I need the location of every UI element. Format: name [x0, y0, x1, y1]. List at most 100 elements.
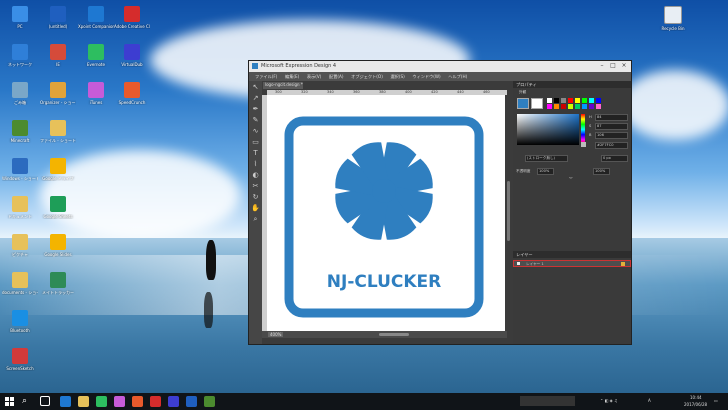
media-controls[interactable]: [520, 396, 575, 406]
desktop-icon[interactable]: Organizer - ショートカット: [40, 82, 76, 105]
color-picker-field[interactable]: [517, 114, 579, 145]
language-indicator[interactable]: A: [648, 398, 651, 403]
layer-row[interactable]: レイヤー 1: [513, 260, 631, 267]
notification-icon[interactable]: ▭: [714, 398, 718, 403]
desktop-icon[interactable]: Minecraft: [2, 120, 38, 143]
clock-date[interactable]: 2017/06/28: [684, 402, 707, 407]
color-swatch[interactable]: [596, 104, 601, 109]
layer-lock-icon[interactable]: [621, 262, 625, 266]
color-swatch[interactable]: [561, 98, 566, 103]
eyedropper-icon[interactable]: [581, 142, 586, 147]
desktop-icon[interactable]: IE: [40, 44, 76, 67]
color-swatch[interactable]: [575, 98, 580, 103]
desktop-icon[interactable]: Google ドライブ: [40, 158, 76, 181]
taskbar-app-icon[interactable]: [96, 396, 107, 407]
zoom-level[interactable]: 400%: [268, 332, 284, 337]
desktop-icon[interactable]: Xpoint Companion: [78, 6, 114, 29]
taskbar-app-icon[interactable]: [168, 396, 179, 407]
eye-icon[interactable]: [517, 262, 520, 265]
color-swatch[interactable]: [582, 104, 587, 109]
desktop-icon[interactable]: (untitled): [40, 6, 76, 29]
menu-window[interactable]: ウィンドウ(W): [412, 74, 440, 80]
color-swatch[interactable]: [589, 104, 594, 109]
stroke-swatch[interactable]: [531, 98, 543, 109]
menu-view[interactable]: 表示(V): [307, 74, 322, 80]
hand-tool-icon[interactable]: ✋: [251, 204, 260, 213]
taskbar-app-icon[interactable]: [60, 396, 71, 407]
bspline-tool-icon[interactable]: ∿: [251, 127, 260, 136]
windows-start-icon[interactable]: [4, 396, 15, 407]
desktop-icon-recycle[interactable]: Recycle Bin: [655, 6, 691, 31]
rectangle-tool-icon[interactable]: ▭: [251, 138, 260, 147]
hex-input[interactable]: #2F7FC0: [595, 142, 628, 149]
hue-slider[interactable]: [581, 114, 585, 145]
b-input[interactable]: 106: [595, 132, 628, 139]
desktop-icon[interactable]: Evernote: [78, 44, 114, 67]
color-swatch[interactable]: [568, 104, 573, 109]
color-swatch[interactable]: [568, 98, 573, 103]
pen-tool-icon[interactable]: ✒: [251, 105, 260, 114]
menu-arrange[interactable]: 配置(A): [329, 74, 344, 80]
desktop-icon[interactable]: PC: [2, 6, 38, 29]
color-swatch[interactable]: [575, 104, 580, 109]
brush-tool-icon[interactable]: ✎: [251, 116, 260, 125]
desktop-icon[interactable]: Windows - ショートカット: [2, 158, 38, 181]
menu-edit[interactable]: 編集(E): [285, 74, 299, 80]
desktop-icon[interactable]: iTunes: [78, 82, 114, 105]
taskbar-app-icon[interactable]: [204, 396, 215, 407]
menu-help[interactable]: ヘルプ(H): [448, 74, 467, 80]
taskbar-app-icon[interactable]: [114, 396, 125, 407]
text-tool-icon[interactable]: T: [251, 149, 260, 158]
color-swatch[interactable]: [547, 104, 552, 109]
maximize-button[interactable]: □: [608, 62, 618, 71]
desktop-icon[interactable]: ごみ箱: [2, 82, 38, 105]
vertical-scrollbar[interactable]: [507, 181, 510, 241]
scissors-tool-icon[interactable]: ✂: [251, 182, 260, 191]
fill-swatch[interactable]: [517, 98, 529, 109]
opacity-input-2[interactable]: 100%: [593, 168, 610, 175]
desktop-icon[interactable]: ドキュメント: [2, 196, 38, 219]
taskbar-app-icon[interactable]: [78, 396, 89, 407]
search-icon[interactable]: ⌕: [22, 396, 33, 407]
desktop-icon[interactable]: VirtualDub: [114, 44, 150, 67]
selection-tool-icon[interactable]: ↖: [251, 83, 260, 92]
document-tab[interactable]: logo-ngcit.design *: [263, 82, 303, 89]
zoom-tool-icon[interactable]: ⌕: [251, 215, 260, 224]
desktop-icon[interactable]: Bluetooth: [2, 310, 38, 333]
opacity-input[interactable]: 100%: [537, 168, 554, 175]
color-swatch[interactable]: [547, 98, 552, 103]
desktop-icon[interactable]: ネットワーク: [2, 44, 38, 67]
menu-object[interactable]: オブジェクト(O): [351, 74, 383, 80]
minimize-button[interactable]: –: [597, 62, 607, 71]
color-swatch[interactable]: [561, 104, 566, 109]
tray-icons[interactable]: ⌃ ◧ ◈ ♫: [600, 398, 618, 403]
task-view-icon[interactable]: [40, 396, 50, 406]
rotate-tool-icon[interactable]: ↻: [251, 193, 260, 202]
menu-select[interactable]: 選択(S): [390, 74, 404, 80]
horizontal-scrollbar[interactable]: [379, 333, 409, 336]
menu-file[interactable]: ファイル(F): [255, 74, 277, 80]
collapse-chevron-icon[interactable]: ︾: [569, 177, 573, 182]
color-swatch[interactable]: [554, 104, 559, 109]
color-swatch[interactable]: [554, 98, 559, 103]
clock-time[interactable]: 10:44: [690, 395, 702, 400]
taskbar-app-icon[interactable]: [150, 396, 161, 407]
desktop-icon[interactable]: Google Slides: [40, 234, 76, 257]
gradient-tool-icon[interactable]: ◐: [251, 171, 260, 180]
desktop-icon[interactable]: Google Sheets: [40, 196, 76, 219]
desktop-icon[interactable]: documents - ショートカット: [2, 272, 38, 295]
direct-select-tool-icon[interactable]: ↗: [251, 94, 260, 103]
taskbar-app-icon[interactable]: [186, 396, 197, 407]
eyedropper-tool-icon[interactable]: ⌇: [251, 160, 260, 169]
desktop-icon[interactable]: ファイル - ショートカット: [40, 120, 76, 143]
stroke-dropdown[interactable]: (ストローク無し): [525, 155, 568, 162]
desktop-icon[interactable]: メイトトラッカー: [40, 272, 76, 295]
design-canvas[interactable]: NJ-CLUCKER: [267, 95, 505, 331]
desktop-icon[interactable]: Adobe Creative Cloud: [114, 6, 150, 29]
desktop-icon[interactable]: ScreenSketch: [2, 348, 38, 371]
stroke-width-input[interactable]: 0 px: [601, 155, 628, 162]
desktop-icon[interactable]: ピクチャ: [2, 234, 38, 257]
h-input[interactable]: 84: [595, 114, 628, 121]
color-swatch[interactable]: [589, 98, 594, 103]
taskbar-app-icon[interactable]: [132, 396, 143, 407]
